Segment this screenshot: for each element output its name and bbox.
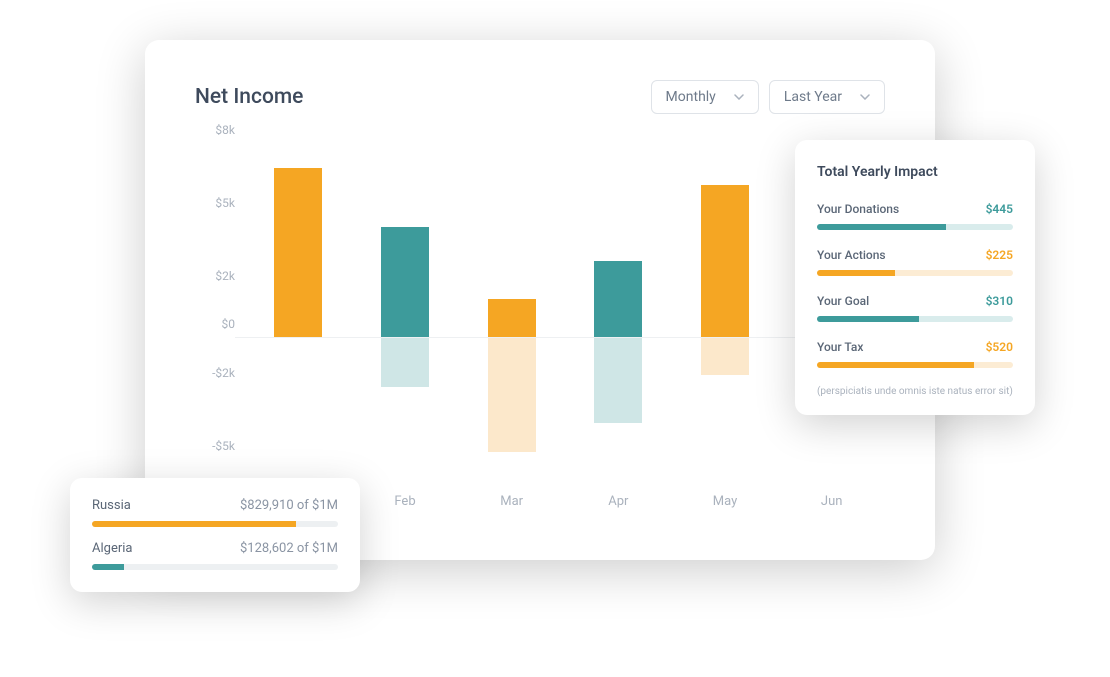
bar-positive — [594, 261, 642, 339]
bar-negative — [594, 338, 642, 423]
impact-label: Your Goal — [817, 294, 869, 308]
progress-fill — [817, 224, 946, 230]
progress-track — [817, 316, 1013, 322]
impact-row: Your Tax $520 — [817, 340, 1013, 368]
chart-plot — [245, 144, 885, 484]
bar-column — [672, 144, 779, 484]
impact-label: Your Tax — [817, 340, 863, 354]
range-select-label: Last Year — [784, 89, 842, 105]
country-name: Algeria — [92, 541, 132, 556]
progress-track — [817, 224, 1013, 230]
progress-fill — [817, 362, 974, 368]
card-title: Net Income — [195, 85, 303, 109]
impact-label: Your Donations — [817, 202, 899, 216]
impact-value: $225 — [986, 248, 1013, 262]
impact-row: Your Donations $445 — [817, 202, 1013, 230]
country-row: Russia $829,910 of $1M — [92, 498, 338, 527]
bar-column — [352, 144, 459, 484]
chart-bars — [245, 144, 885, 484]
y-tick-label: $5k — [195, 196, 235, 210]
country-row-head: Russia $829,910 of $1M — [92, 498, 338, 513]
country-name: Russia — [92, 498, 131, 513]
y-tick-label: $0 — [195, 317, 235, 331]
y-tick-label: $2k — [195, 269, 235, 283]
progress-track — [92, 564, 338, 570]
impact-value: $520 — [986, 340, 1013, 354]
bar-positive — [274, 168, 322, 338]
impact-row: Your Actions $225 — [817, 248, 1013, 276]
bar-negative — [701, 338, 749, 374]
impact-row: Your Goal $310 — [817, 294, 1013, 322]
impact-note: (perspiciatis unde omnis iste natus erro… — [817, 386, 1013, 397]
progress-track — [817, 362, 1013, 368]
chart-area: $8k$5k$2k$0-$2k-$5k JanFebMarAprMayJun — [195, 144, 885, 524]
y-tick-label: -$5k — [195, 439, 235, 453]
impact-rows: Your Donations $445 Your Actions $225 Your G… — [817, 202, 1013, 368]
country-card: Russia $829,910 of $1M Algeria $128,602 of … — [70, 478, 360, 592]
country-value: $829,910 of $1M — [240, 498, 338, 513]
impact-card: Total Yearly Impact Your Donations$445Yo… — [795, 140, 1035, 415]
x-tick-label: May — [672, 494, 779, 524]
x-tick-label: Feb — [352, 494, 459, 524]
country-value: $128,602 of $1M — [240, 541, 338, 556]
bar-positive — [701, 185, 749, 338]
bar-column — [565, 144, 672, 484]
select-group: Monthly Last Year — [651, 80, 885, 114]
x-tick-label: Mar — [458, 494, 565, 524]
bar-column — [245, 144, 352, 484]
period-select[interactable]: Monthly — [651, 80, 759, 114]
impact-value: $310 — [986, 294, 1013, 308]
progress-fill — [817, 316, 919, 322]
impact-label: Your Actions — [817, 248, 886, 262]
range-select[interactable]: Last Year — [769, 80, 885, 114]
progress-track — [817, 270, 1013, 276]
country-rows: Russia $829,910 of $1M Algeria $128,602 of … — [92, 498, 338, 570]
bar-positive — [381, 227, 429, 339]
x-tick-label: Jun — [778, 494, 885, 524]
progress-fill — [92, 564, 124, 570]
impact-row-head: Your Donations $445 — [817, 202, 1013, 216]
y-tick-label: $8k — [195, 123, 235, 137]
impact-value: $445 — [986, 202, 1013, 216]
bar-negative — [488, 338, 536, 452]
period-select-label: Monthly — [666, 89, 716, 105]
progress-fill — [817, 270, 895, 276]
impact-row-head: Your Goal $310 — [817, 294, 1013, 308]
bar-negative — [381, 338, 429, 387]
zero-line — [235, 337, 885, 338]
country-row-head: Algeria $128,602 of $1M — [92, 541, 338, 556]
impact-row-head: Your Tax $520 — [817, 340, 1013, 354]
chevron-down-icon — [734, 94, 744, 100]
chevron-down-icon — [860, 94, 870, 100]
progress-fill — [92, 521, 296, 527]
y-axis-ticks: $8k$5k$2k$0-$2k-$5k — [195, 144, 235, 484]
impact-row-head: Your Actions $225 — [817, 248, 1013, 262]
country-row: Algeria $128,602 of $1M — [92, 541, 338, 570]
bar-positive — [488, 299, 536, 338]
bar-column — [458, 144, 565, 484]
card-header: Net Income Monthly Last Year — [195, 80, 885, 114]
x-tick-label: Apr — [565, 494, 672, 524]
progress-track — [92, 521, 338, 527]
impact-title: Total Yearly Impact — [817, 164, 1013, 180]
y-tick-label: -$2k — [195, 366, 235, 380]
